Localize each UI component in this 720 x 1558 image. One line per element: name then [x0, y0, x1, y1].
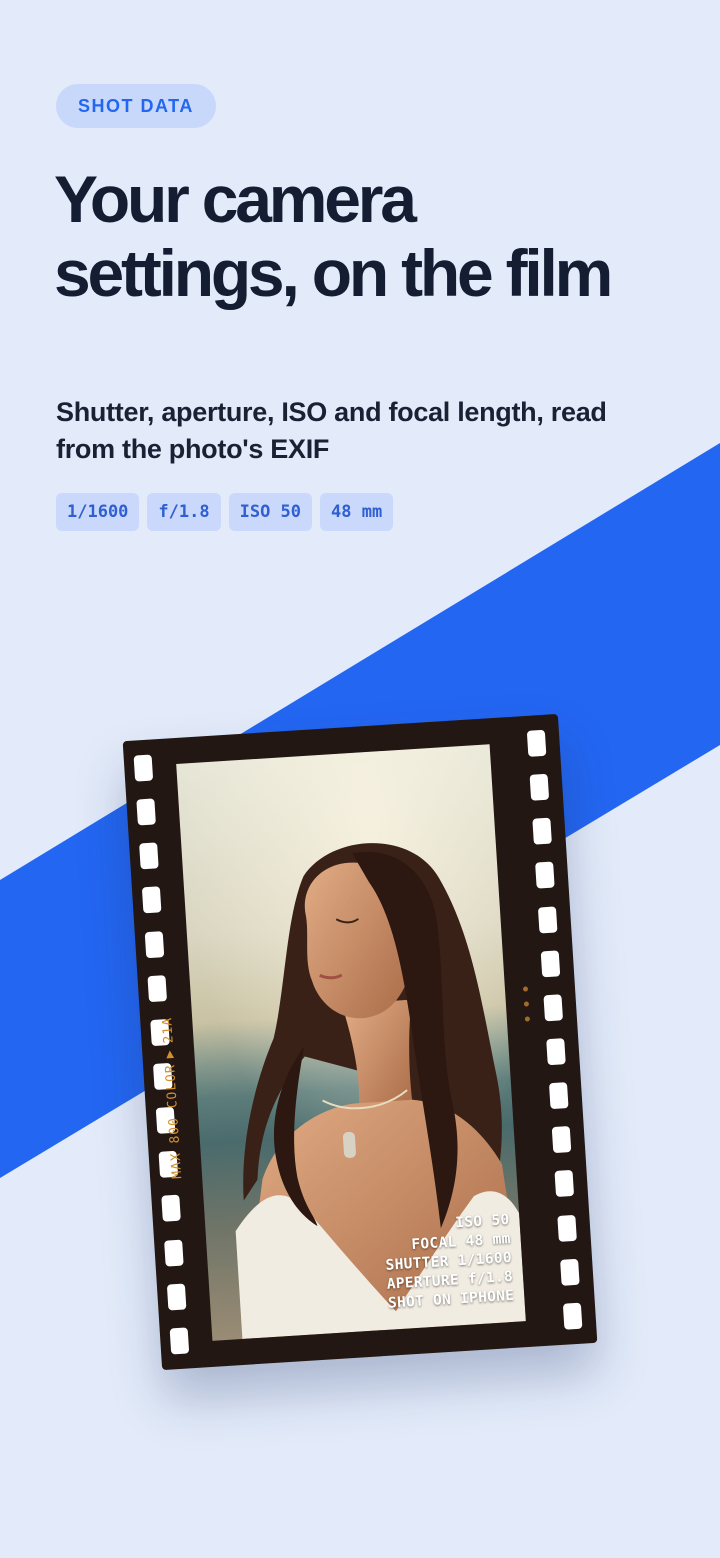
- sprocket-hole: [548, 1082, 569, 1110]
- iso-chip: ISO 50: [228, 493, 313, 531]
- aperture-chip: f/1.8: [147, 493, 221, 531]
- sprocket-hole: [133, 754, 154, 782]
- sprocket-hole: [557, 1214, 577, 1242]
- exif-overlay: ISO 50 FOCAL 48 mm SHUTTER 1/1600 APERTU…: [383, 1211, 515, 1314]
- page-subtitle: Shutter, aperture, ISO and focal length,…: [56, 397, 607, 464]
- exif-chip-row: 1/1600 f/1.8 ISO 50 48 mm: [56, 493, 394, 531]
- edge-dot: [524, 1016, 531, 1022]
- focal-length-chip: 48 mm: [320, 493, 394, 531]
- sprocket-hole: [543, 994, 564, 1022]
- portrait-photo: ISO 50 FOCAL 48 mm SHUTTER 1/1600 APERTU…: [176, 744, 526, 1341]
- sprocket-hole: [169, 1327, 190, 1355]
- sprocket-hole: [526, 729, 547, 757]
- sprocket-hole: [546, 1038, 566, 1066]
- sprocket-hole: [532, 817, 552, 846]
- edge-dot: [522, 986, 529, 992]
- sprocket-hole: [540, 950, 561, 978]
- frame-number-label: 21A: [160, 1016, 177, 1044]
- sprocket-hole: [562, 1302, 583, 1330]
- sprocket-hole: [136, 798, 156, 826]
- edge-dot: [523, 1001, 530, 1007]
- sprocket-hole: [141, 886, 162, 914]
- sprocket-hole: [147, 974, 168, 1002]
- shutter-chip: 1/1600: [56, 493, 140, 531]
- sprocket-hole: [554, 1170, 575, 1198]
- sprocket-hole: [551, 1126, 572, 1154]
- page-title: Your camera settings, on the film: [54, 162, 613, 310]
- sprocket-hole: [529, 773, 550, 801]
- sprocket-hole: [161, 1195, 181, 1223]
- sprocket-hole: [139, 842, 159, 870]
- sprocket-hole: [166, 1283, 187, 1311]
- sprocket-hole: [144, 930, 165, 958]
- film-frame: MAX 800 COLOR▶21A ISO 50 FOCAL 48 mm SHU…: [122, 713, 598, 1371]
- film-strip: MAX 800 COLOR▶21A ISO 50 FOCAL 48 mm SHU…: [122, 713, 598, 1371]
- sprocket-hole: [560, 1258, 580, 1286]
- edge-dot-markers: [522, 986, 532, 1031]
- sprocket-hole: [537, 906, 558, 934]
- sprocket-hole: [535, 862, 555, 890]
- frame-arrow-icon: ▶: [162, 1048, 178, 1059]
- sprocket-hole: [164, 1239, 184, 1267]
- section-badge: SHOT DATA: [56, 84, 216, 128]
